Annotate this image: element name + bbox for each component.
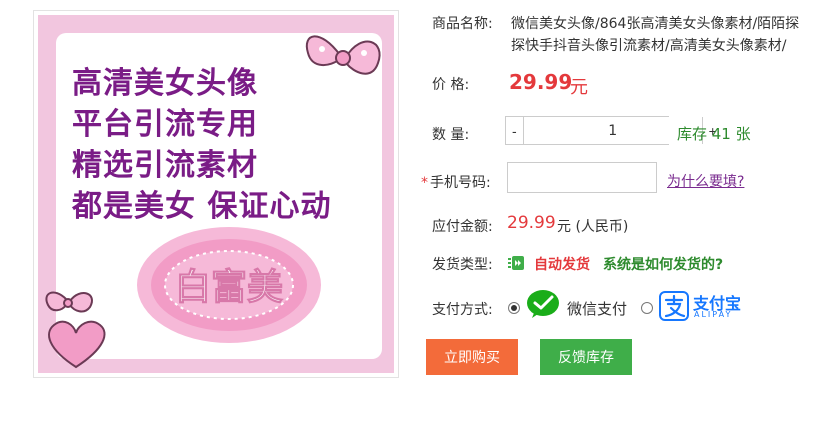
auto-ship-icon <box>508 256 524 270</box>
product-image-frame: 高清美女头像 平台引流专用 精选引流素材 都是美女 保证心动 白富美 <box>33 10 399 378</box>
product-name-label: 商品名称: <box>432 16 493 32</box>
slogan-line: 平台引流专用 <box>72 107 258 142</box>
required-mark: * <box>421 175 428 191</box>
price-label: 价 格: <box>432 77 470 93</box>
badge-icon: 白富美 <box>137 227 321 343</box>
bow-icon <box>305 35 381 75</box>
wechat-pay-icon <box>527 290 559 318</box>
alipay-radio[interactable] <box>641 302 653 314</box>
quantity-input[interactable] <box>523 117 702 144</box>
stock-count: 库存 41 张 <box>677 125 751 143</box>
how-ship-link[interactable]: 系统是如何发货的? <box>603 254 723 274</box>
shipping-type: 自动发货 <box>534 257 590 273</box>
feedback-stock-button[interactable]: 反馈库存 <box>540 339 632 375</box>
why-required-link[interactable]: 为什么要填? <box>667 171 744 191</box>
payment-amount-label: 应付金额: <box>432 219 493 235</box>
quantity-minus-button[interactable]: - <box>506 117 524 144</box>
buy-now-button[interactable]: 立即购买 <box>426 339 518 375</box>
quantity-stepper: - + <box>505 116 723 145</box>
price-unit: 元 <box>570 77 588 98</box>
badge-text: 白富美 <box>175 266 283 308</box>
wechat-pay-label[interactable]: 微信支付 <box>567 298 627 319</box>
price-value: 29.99 <box>509 70 573 94</box>
slogan-line: 精选引流素材 <box>72 148 258 183</box>
phone-label-text: 手机号码: <box>430 175 491 191</box>
payment-amount-unit: 元 (人民币) <box>557 219 629 235</box>
product-image: 高清美女头像 平台引流专用 精选引流素材 都是美女 保证心动 白富美 <box>38 15 394 373</box>
heart-bow-icon <box>45 291 106 369</box>
slogan-line: 都是美女 保证心动 <box>72 189 332 224</box>
alipay-icon <box>659 291 689 321</box>
phone-input[interactable] <box>507 162 657 193</box>
wechat-pay-radio[interactable] <box>508 302 520 314</box>
payment-amount-value: 29.99 <box>507 213 556 233</box>
slogan-line: 高清美女头像 <box>72 66 258 101</box>
quantity-label: 数 量: <box>432 127 470 143</box>
shipping-label: 发货类型: <box>432 257 493 273</box>
product-name: 微信美女头像/864张高清美女头像素材/陌陌探探快手抖音头像引流素材/高清美女头… <box>511 16 800 54</box>
product-slogan: 高清美女头像 平台引流专用 精选引流素材 都是美女 保证心动 <box>72 63 331 227</box>
alipay-sub: ALIPAY <box>694 310 733 319</box>
payment-method-label: 支付方式: <box>432 302 493 318</box>
phone-label: * 手机号码: <box>421 172 491 192</box>
